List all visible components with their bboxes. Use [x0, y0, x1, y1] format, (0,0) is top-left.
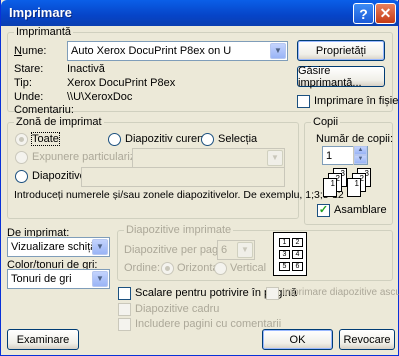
range-hint: Introduceți numerele și/sau zonele diapo…	[14, 189, 344, 201]
print-range-label: Zonă de imprimat	[14, 116, 104, 128]
title-bar[interactable]: Imprimare ? ✕	[1, 0, 399, 26]
range-all-label: Toate	[31, 132, 60, 146]
type-value: Xerox DocuPrint P8ex	[67, 77, 176, 89]
help-button[interactable]: ?	[353, 3, 374, 24]
range-selection-radio[interactable]	[201, 133, 214, 146]
layout-cell: 5	[279, 262, 290, 271]
layout-cell: 1	[279, 238, 290, 247]
handout-layout-preview: 1 2 3 4 5 6	[273, 232, 307, 276]
order-vertical-radio[interactable]	[214, 262, 227, 275]
range-slides-radio[interactable]	[15, 170, 28, 183]
copies-count-value: 1	[326, 150, 333, 162]
layout-cell: 2	[292, 238, 303, 247]
cancel-button[interactable]: Revocare	[339, 329, 395, 350]
printer-name-label: Nume:	[14, 45, 46, 57]
collate-label: Asamblare	[334, 204, 387, 216]
status-value: Inactivă	[67, 63, 105, 75]
range-current-slide-label: Diapozitiv curent	[125, 133, 207, 145]
find-printer-button[interactable]: Găsire imprimantă...	[297, 65, 385, 89]
chevron-down-icon[interactable]: ▼	[92, 271, 108, 287]
properties-button[interactable]: Proprietăți	[297, 40, 385, 61]
status-label: Stare:	[14, 63, 44, 75]
spin-up-icon[interactable]: ▲	[354, 146, 367, 155]
window-title: Imprimare	[9, 5, 72, 20]
printer-name-select[interactable]: Auto Xerox DocuPrint P8ex on U ▼	[67, 41, 288, 61]
where-label: Unde:	[14, 91, 44, 103]
per-page-select[interactable]: 6 ▼	[217, 240, 255, 260]
copies-group-label: Copii	[311, 116, 341, 128]
type-label: Tip:	[14, 77, 32, 89]
frame-slides-checkbox[interactable]	[118, 303, 131, 316]
print-to-file-checkbox[interactable]	[297, 95, 310, 108]
chevron-down-icon[interactable]: ▼	[92, 239, 108, 255]
chevron-down-icon[interactable]: ▼	[267, 150, 283, 166]
chevron-down-icon[interactable]: ▼	[237, 242, 253, 258]
color-select[interactable]: Tonuri de gri ▼	[7, 269, 110, 289]
include-comments-label: Includere pagini cu comentarii	[135, 318, 282, 330]
chevron-down-icon[interactable]: ▼	[270, 43, 286, 59]
spin-down-icon[interactable]: ▼	[354, 155, 367, 164]
scale-to-fit-checkbox[interactable]	[118, 287, 131, 300]
layout-cell: 6	[292, 262, 303, 271]
print-what-select[interactable]: Vizualizare schiță ▼	[7, 237, 110, 257]
print-dialog: Imprimare ? ✕ Imprimantă Nume: Auto Xero…	[0, 0, 399, 356]
layout-cell: 4	[292, 250, 303, 259]
collate-page: 1	[347, 178, 361, 197]
custom-show-select[interactable]: ▼	[132, 148, 285, 168]
handouts-group-label: Diapozitive imprimate	[124, 224, 234, 236]
printer-name-label-mnemonic: N	[14, 45, 22, 57]
order-label: Ordine:	[124, 262, 161, 274]
printer-name-value: Auto Xerox DocuPrint P8ex on U	[71, 45, 232, 57]
print-hidden-checkbox[interactable]	[266, 287, 279, 300]
collate-page: 1	[323, 178, 337, 197]
printer-name-label-text: ume:	[21, 45, 47, 57]
where-value: \\U\XeroxDoc	[67, 91, 133, 103]
slides-input[interactable]	[81, 167, 285, 187]
comment-label: Comentariu:	[14, 104, 74, 116]
order-horizontal-radio[interactable]	[161, 262, 174, 275]
include-comments-checkbox[interactable]	[118, 318, 131, 331]
range-current-slide-radio[interactable]	[108, 133, 121, 146]
frame-slides-label: Diapozitive cadru	[135, 303, 220, 315]
print-hidden-label: Imprimare diapozitive ascunse	[282, 287, 399, 298]
print-what-value: Vizualizare schiță	[11, 241, 97, 253]
copies-spinner[interactable]: ▲ ▼	[353, 146, 367, 165]
order-vertical-label: Vertical	[230, 262, 267, 274]
print-to-file-label: Imprimare în fișier	[314, 95, 399, 107]
range-all-radio[interactable]	[15, 133, 28, 146]
printer-group-label: Imprimantă	[14, 26, 74, 38]
layout-cell: 3	[279, 250, 290, 259]
per-page-value: 6	[221, 244, 228, 256]
range-custom-show-radio[interactable]	[15, 151, 28, 164]
ok-button[interactable]: OK	[262, 329, 333, 350]
preview-button[interactable]: Examinare	[7, 329, 79, 350]
copies-count-label: Număr de copii:	[316, 133, 394, 145]
range-selection-label: Selecția	[218, 133, 258, 145]
close-button[interactable]: ✕	[375, 3, 396, 24]
collate-checkbox[interactable]: ✓	[317, 204, 330, 217]
color-value: Tonuri de gri	[11, 273, 72, 285]
